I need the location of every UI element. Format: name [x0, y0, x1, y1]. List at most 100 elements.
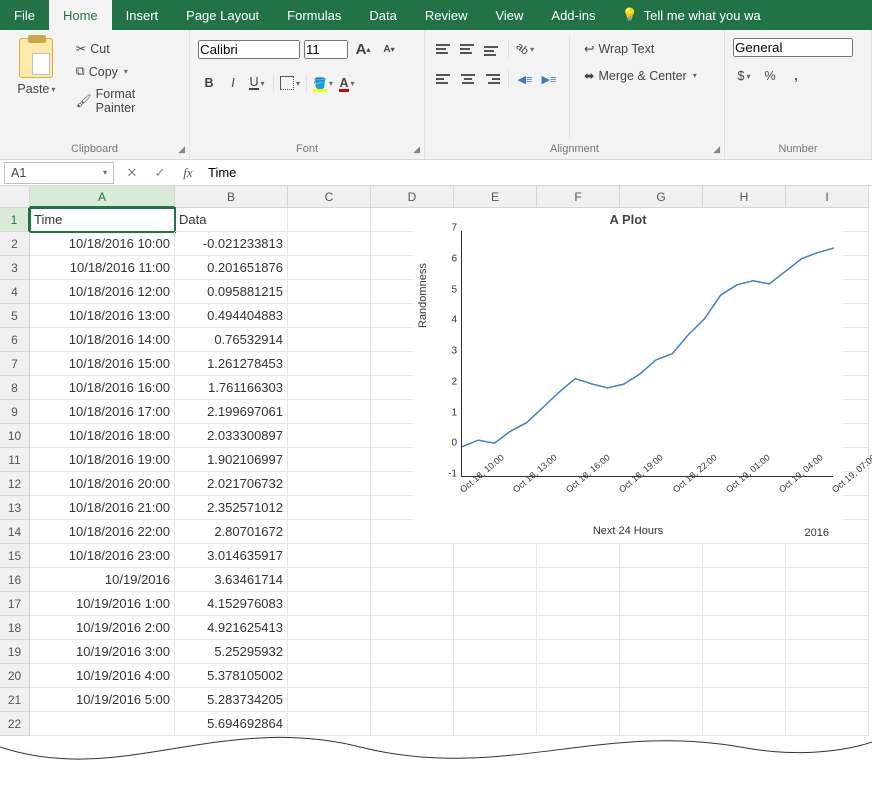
- cell[interactable]: [703, 616, 786, 640]
- embedded-chart[interactable]: A Plot Randomness -101234567 Oct 18, 10:…: [413, 208, 843, 543]
- enter-formula-button[interactable]: ✓: [146, 165, 174, 181]
- cell[interactable]: [454, 544, 537, 568]
- cell[interactable]: [288, 328, 371, 352]
- cell[interactable]: [454, 688, 537, 712]
- cell[interactable]: 2.80701672: [175, 520, 288, 544]
- italic-button[interactable]: I: [222, 72, 244, 94]
- cell[interactable]: 2.033300897: [175, 424, 288, 448]
- cell[interactable]: [703, 592, 786, 616]
- row-header-4[interactable]: 4: [0, 280, 30, 304]
- tab-home[interactable]: Home: [49, 0, 112, 30]
- cell[interactable]: 10/18/2016 20:00: [30, 472, 175, 496]
- column-header-D[interactable]: D: [371, 186, 454, 208]
- cell[interactable]: 0.095881215: [175, 280, 288, 304]
- column-header-A[interactable]: A: [30, 186, 175, 208]
- row-header-20[interactable]: 20: [0, 664, 30, 688]
- cell[interactable]: 10/18/2016 19:00: [30, 448, 175, 472]
- cell[interactable]: [454, 592, 537, 616]
- cell[interactable]: 10/18/2016 18:00: [30, 424, 175, 448]
- tab-file[interactable]: File: [0, 0, 49, 30]
- row-header-18[interactable]: 18: [0, 616, 30, 640]
- chevron-down-icon[interactable]: ▾: [693, 71, 697, 80]
- row-header-3[interactable]: 3: [0, 256, 30, 280]
- cell[interactable]: 0.494404883: [175, 304, 288, 328]
- tab-data[interactable]: Data: [355, 0, 410, 30]
- column-header-H[interactable]: H: [703, 186, 786, 208]
- percent-button[interactable]: %: [759, 65, 781, 87]
- cell[interactable]: 10/19/2016 4:00: [30, 664, 175, 688]
- cell[interactable]: 10/18/2016 17:00: [30, 400, 175, 424]
- row-header-6[interactable]: 6: [0, 328, 30, 352]
- cell[interactable]: 3.63461714: [175, 568, 288, 592]
- row-header-5[interactable]: 5: [0, 304, 30, 328]
- font-size-select[interactable]: [304, 40, 348, 59]
- dialog-launcher-icon[interactable]: ◢: [413, 144, 420, 155]
- cell[interactable]: [620, 688, 703, 712]
- row-header-10[interactable]: 10: [0, 424, 30, 448]
- decrease-indent-button[interactable]: ◀≡: [514, 68, 536, 90]
- cell[interactable]: [288, 424, 371, 448]
- cell[interactable]: 10/18/2016 10:00: [30, 232, 175, 256]
- cell[interactable]: [288, 520, 371, 544]
- cell[interactable]: [371, 640, 454, 664]
- orientation-button[interactable]: ab▾: [514, 38, 536, 60]
- cell[interactable]: [703, 688, 786, 712]
- cell[interactable]: 0.76532914: [175, 328, 288, 352]
- cell[interactable]: [288, 232, 371, 256]
- align-left-button[interactable]: [433, 68, 455, 90]
- wrap-text-button[interactable]: ↩Wrap Text: [579, 38, 702, 59]
- tell-me[interactable]: 💡 Tell me what you wa: [609, 0, 772, 30]
- cell[interactable]: [786, 640, 869, 664]
- cell[interactable]: 10/19/2016 2:00: [30, 616, 175, 640]
- cell[interactable]: 10/19/2016 1:00: [30, 592, 175, 616]
- font-name-select[interactable]: [198, 40, 300, 59]
- cell[interactable]: [288, 208, 371, 232]
- cell[interactable]: [786, 592, 869, 616]
- chevron-down-icon[interactable]: ▾: [51, 85, 55, 94]
- fx-button[interactable]: fx: [174, 165, 202, 181]
- format-painter-button[interactable]: 🖌Format Painter: [71, 84, 181, 118]
- cell[interactable]: [288, 304, 371, 328]
- cell[interactable]: [371, 568, 454, 592]
- cell[interactable]: 1.261278453: [175, 352, 288, 376]
- cell[interactable]: [288, 400, 371, 424]
- cell[interactable]: -0.021233813: [175, 232, 288, 256]
- cell[interactable]: 5.25295932: [175, 640, 288, 664]
- cell[interactable]: [537, 592, 620, 616]
- cell[interactable]: 3.014635917: [175, 544, 288, 568]
- cancel-formula-button[interactable]: ✕: [118, 165, 146, 181]
- cell[interactable]: [537, 688, 620, 712]
- row-header-8[interactable]: 8: [0, 376, 30, 400]
- cell[interactable]: 4.921625413: [175, 616, 288, 640]
- cell[interactable]: [288, 664, 371, 688]
- cell[interactable]: Time: [30, 208, 175, 232]
- cell[interactable]: 2.352571012: [175, 496, 288, 520]
- cell[interactable]: [288, 472, 371, 496]
- cell[interactable]: [454, 664, 537, 688]
- column-header-E[interactable]: E: [454, 186, 537, 208]
- cell[interactable]: [288, 640, 371, 664]
- row-header-19[interactable]: 19: [0, 640, 30, 664]
- cell[interactable]: 10/18/2016 22:00: [30, 520, 175, 544]
- row-header-17[interactable]: 17: [0, 592, 30, 616]
- cell[interactable]: [288, 280, 371, 304]
- dialog-launcher-icon[interactable]: ◢: [178, 144, 185, 155]
- cell[interactable]: 10/18/2016 16:00: [30, 376, 175, 400]
- tab-insert[interactable]: Insert: [112, 0, 173, 30]
- borders-button[interactable]: ▾: [279, 72, 301, 94]
- cell[interactable]: [786, 688, 869, 712]
- fill-color-button[interactable]: 🪣▾: [312, 72, 334, 94]
- cell[interactable]: [288, 592, 371, 616]
- cell[interactable]: [371, 664, 454, 688]
- align-middle-button[interactable]: [457, 38, 479, 60]
- column-header-G[interactable]: G: [620, 186, 703, 208]
- cell[interactable]: [371, 592, 454, 616]
- select-all-corner[interactable]: [0, 186, 30, 208]
- copy-button[interactable]: ⧉Copy▾: [71, 61, 181, 82]
- cell[interactable]: 10/18/2016 23:00: [30, 544, 175, 568]
- cell[interactable]: [620, 616, 703, 640]
- cell[interactable]: [371, 688, 454, 712]
- cell[interactable]: 10/19/2016 3:00: [30, 640, 175, 664]
- cell[interactable]: [371, 544, 454, 568]
- column-header-B[interactable]: B: [175, 186, 288, 208]
